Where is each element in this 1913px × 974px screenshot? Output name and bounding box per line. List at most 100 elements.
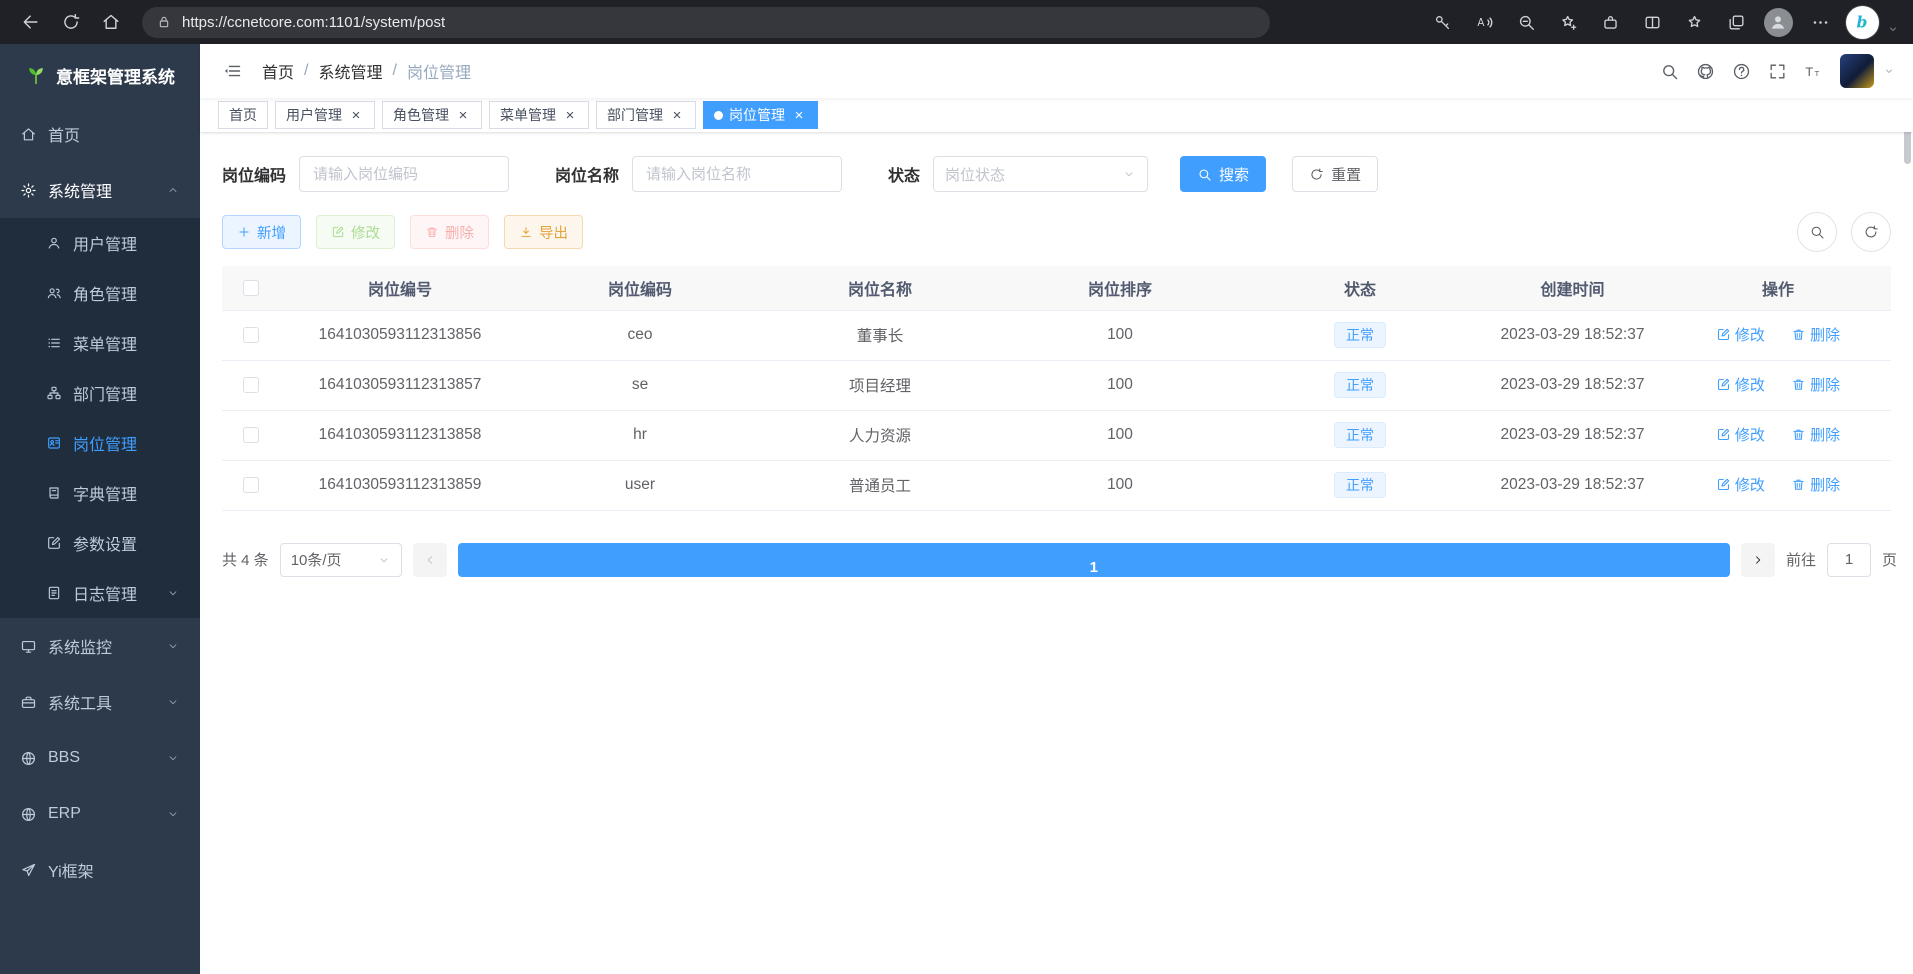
- add-button[interactable]: 新增: [222, 215, 301, 249]
- breadcrumb-home[interactable]: 首页: [262, 59, 294, 83]
- sidebar-item-home[interactable]: 首页: [0, 106, 200, 162]
- edit-row-button[interactable]: 修改: [1716, 374, 1765, 395]
- close-tab-icon[interactable]: [669, 107, 685, 123]
- status-select[interactable]: 岗位状态: [933, 156, 1148, 192]
- table-header-row: 岗位编号 岗位编码 岗位名称 岗位排序 状态 创建时间 操作: [222, 266, 1891, 310]
- row-select-cell: [222, 310, 280, 360]
- delete-row-button[interactable]: 删除: [1791, 424, 1840, 445]
- extensions-button[interactable]: [1593, 5, 1627, 39]
- user-avatar[interactable]: [1840, 54, 1874, 88]
- close-tab-icon[interactable]: [562, 107, 578, 123]
- close-tab-icon[interactable]: [791, 107, 807, 123]
- address-bar[interactable]: [142, 7, 1270, 38]
- tab-post-mgmt[interactable]: 岗位管理: [703, 101, 818, 129]
- export-button[interactable]: 导出: [504, 215, 583, 249]
- breadcrumb-system-mgmt[interactable]: 系统管理: [318, 59, 382, 83]
- tab-role-mgmt[interactable]: 角色管理: [382, 101, 482, 129]
- font-size-icon[interactable]: [1804, 62, 1823, 81]
- read-aloud-button[interactable]: [1467, 5, 1501, 39]
- next-page-button[interactable]: [1741, 543, 1775, 577]
- delete-row-button[interactable]: 删除: [1791, 474, 1840, 495]
- tab-menu-mgmt[interactable]: 菜单管理: [489, 101, 589, 129]
- scrollbar-thumb[interactable]: [1904, 128, 1911, 164]
- sidebar-item-system-tools[interactable]: 系统工具: [0, 674, 200, 730]
- row-checkbox[interactable]: [243, 477, 259, 493]
- zoom-button[interactable]: [1509, 5, 1543, 39]
- favorites-button[interactable]: [1677, 5, 1711, 39]
- sidebar-item-erp[interactable]: ERP: [0, 786, 200, 842]
- main-content: 首页 / 系统管理 / 岗位管理 首页: [200, 44, 1913, 974]
- tab-user-mgmt[interactable]: 用户管理: [275, 101, 375, 129]
- collections-button[interactable]: [1719, 5, 1753, 39]
- sidebar-toggle-button[interactable]: [218, 57, 246, 85]
- sidebar-item-post-mgmt[interactable]: 岗位管理: [0, 418, 200, 468]
- page-1-button[interactable]: 1: [458, 543, 1730, 577]
- refresh-table-button[interactable]: [1851, 212, 1891, 252]
- sidebar-item-bbs[interactable]: BBS: [0, 730, 200, 786]
- add-favorite-button[interactable]: [1551, 5, 1585, 39]
- cell-post-name: 项目经理: [760, 360, 1000, 410]
- delete-button[interactable]: 删除: [410, 215, 489, 249]
- help-icon[interactable]: [1732, 62, 1751, 81]
- row-select-cell: [222, 360, 280, 410]
- browser-menu-button[interactable]: [1803, 5, 1837, 39]
- profile-button[interactable]: [1761, 5, 1795, 39]
- sidebar-item-menu-mgmt[interactable]: 菜单管理: [0, 318, 200, 368]
- star-icon: [1685, 13, 1704, 32]
- refresh-button[interactable]: [54, 5, 88, 39]
- sidebar-item-dict-mgmt[interactable]: 字典管理: [0, 468, 200, 518]
- user-icon: [46, 235, 62, 251]
- post-code-input[interactable]: [299, 156, 509, 192]
- password-manager-button[interactable]: [1425, 5, 1459, 39]
- sidebar-item-log-mgmt[interactable]: 日志管理: [0, 568, 200, 618]
- org-tree-icon: [46, 385, 62, 401]
- sidebar-item-param-settings[interactable]: 参数设置: [0, 518, 200, 568]
- edit-row-button[interactable]: 修改: [1716, 474, 1765, 495]
- site-info-lock-icon[interactable]: [156, 14, 172, 30]
- edit-row-button[interactable]: 修改: [1716, 424, 1765, 445]
- edit-icon: [46, 535, 62, 551]
- browser-home-button[interactable]: [94, 5, 128, 39]
- github-icon[interactable]: [1696, 62, 1715, 81]
- edit-row-button[interactable]: 修改: [1716, 324, 1765, 345]
- edit-label: 修改: [1735, 474, 1765, 495]
- delete-row-button[interactable]: 删除: [1791, 374, 1840, 395]
- delete-row-button[interactable]: 删除: [1791, 324, 1840, 345]
- page-size-select[interactable]: 10条/页: [280, 543, 402, 577]
- breadcrumb: 首页 / 系统管理 / 岗位管理: [262, 59, 471, 83]
- system-mgmt-submenu: 用户管理 角色管理 菜单管理 部门管理 岗位管理: [0, 218, 200, 618]
- sidebar-item-system-monitor[interactable]: 系统监控: [0, 618, 200, 674]
- sidebar-item-yi-framework[interactable]: Yi框架: [0, 842, 200, 898]
- row-checkbox[interactable]: [243, 327, 259, 343]
- sidebar-item-role-mgmt[interactable]: 角色管理: [0, 268, 200, 318]
- sidebar-item-system-mgmt[interactable]: 系统管理: [0, 162, 200, 218]
- tab-home[interactable]: 首页: [218, 101, 268, 129]
- copilot-button[interactable]: [1845, 5, 1879, 39]
- copilot-dropdown-icon[interactable]: [1887, 23, 1899, 35]
- list-icon: [46, 335, 62, 351]
- post-name-input[interactable]: [632, 156, 842, 192]
- goto-page-input[interactable]: [1827, 543, 1871, 577]
- col-header-post-sort: 岗位排序: [1000, 266, 1240, 310]
- select-all-checkbox[interactable]: [243, 280, 259, 296]
- search-icon[interactable]: [1660, 62, 1679, 81]
- close-tab-icon[interactable]: [455, 107, 471, 123]
- split-screen-button[interactable]: [1635, 5, 1669, 39]
- prev-page-button[interactable]: [413, 543, 447, 577]
- search-button[interactable]: 搜索: [1180, 156, 1266, 192]
- sidebar-item-user-mgmt[interactable]: 用户管理: [0, 218, 200, 268]
- back-button[interactable]: [14, 5, 48, 39]
- row-checkbox[interactable]: [243, 427, 259, 443]
- modify-button[interactable]: 修改: [316, 215, 395, 249]
- trash-icon: [1791, 477, 1806, 492]
- url-input[interactable]: [182, 14, 1256, 31]
- chevron-down-icon[interactable]: [1883, 65, 1895, 77]
- fullscreen-icon[interactable]: [1768, 62, 1787, 81]
- show-search-button[interactable]: [1797, 212, 1837, 252]
- reset-button[interactable]: 重置: [1292, 156, 1378, 192]
- close-tab-icon[interactable]: [348, 107, 364, 123]
- sidebar-item-dept-mgmt[interactable]: 部门管理: [0, 368, 200, 418]
- row-checkbox[interactable]: [243, 377, 259, 393]
- app-navbar: 首页 / 系统管理 / 岗位管理: [200, 44, 1913, 98]
- tab-dept-mgmt[interactable]: 部门管理: [596, 101, 696, 129]
